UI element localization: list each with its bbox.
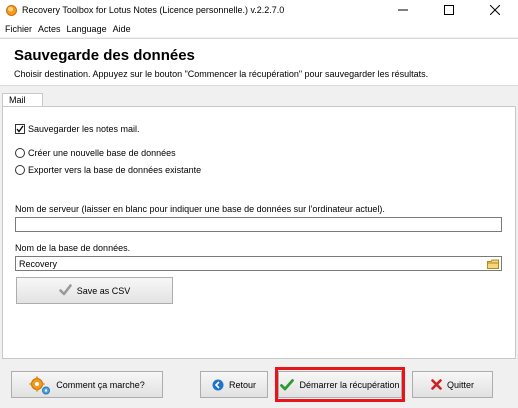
maximize-icon — [444, 5, 454, 15]
radio-new-db[interactable] — [15, 148, 25, 158]
title-bar: Recovery Toolbox for Lotus Notes (Licenc… — [0, 0, 518, 20]
db-name-label: Nom de la base de données. — [15, 243, 131, 253]
close-button[interactable] — [472, 0, 518, 20]
page-subtitle: Choisir destination. Appuyez sur le bout… — [14, 69, 429, 79]
radio-new-db-label: Créer une nouvelle base de données — [28, 148, 176, 158]
save-mail-option[interactable]: Sauvegarder les notes mail. — [15, 124, 140, 134]
tab-panel-mail — [2, 106, 516, 359]
radio-existing-db-label: Exporter vers la base de données existan… — [28, 165, 202, 175]
close-icon — [490, 5, 500, 15]
radio-existing-db-option[interactable]: Exporter vers la base de données existan… — [15, 165, 201, 175]
app-icon — [6, 4, 17, 16]
highlight-frame — [275, 367, 405, 402]
folder-icon — [486, 259, 499, 269]
gears-icon — [29, 375, 51, 395]
quit-label: Quitter — [446, 379, 474, 390]
server-name-label: Nom de serveur (laisser en blanc pour in… — [15, 204, 385, 214]
checkmark-icon — [58, 283, 72, 298]
back-arrow-icon — [212, 379, 224, 391]
save-as-csv-button[interactable]: Save as CSV — [16, 277, 173, 304]
checkmark-icon — [16, 125, 24, 133]
browse-button[interactable] — [485, 257, 500, 270]
save-mail-checkbox[interactable] — [15, 124, 25, 134]
save-mail-label: Sauvegarder les notes mail. — [28, 124, 140, 134]
close-x-icon — [431, 379, 442, 390]
back-label: Retour — [228, 379, 256, 390]
minimize-button[interactable] — [380, 0, 426, 20]
radio-existing-db[interactable] — [15, 165, 25, 175]
db-name-field[interactable]: Recovery — [15, 256, 502, 271]
menu-bar: Fichier Actes Language Aide — [0, 20, 518, 37]
save-as-csv-label: Save as CSV — [76, 285, 131, 296]
how-it-works-button[interactable]: Comment ça marche? — [11, 371, 163, 398]
back-button[interactable]: Retour — [200, 371, 268, 398]
menu-fichier[interactable]: Fichier — [2, 24, 35, 34]
how-it-works-label: Comment ça marche? — [56, 379, 145, 390]
menu-aide[interactable]: Aide — [110, 24, 134, 34]
header-panel: Sauvegarde des données Choisir destinati… — [0, 38, 518, 86]
maximize-button[interactable] — [426, 0, 472, 20]
tab-mail[interactable]: Mail — [2, 93, 43, 107]
radio-new-db-option[interactable]: Créer une nouvelle base de données — [15, 148, 176, 158]
quit-button[interactable]: Quitter — [412, 371, 493, 398]
menu-actes[interactable]: Actes — [35, 24, 64, 34]
server-name-field[interactable] — [15, 217, 502, 232]
minimize-icon — [398, 9, 408, 11]
page-title: Sauvegarde des données — [14, 47, 195, 64]
window-title: Recovery Toolbox for Lotus Notes (Licenc… — [22, 5, 285, 15]
menu-language[interactable]: Language — [64, 24, 110, 34]
